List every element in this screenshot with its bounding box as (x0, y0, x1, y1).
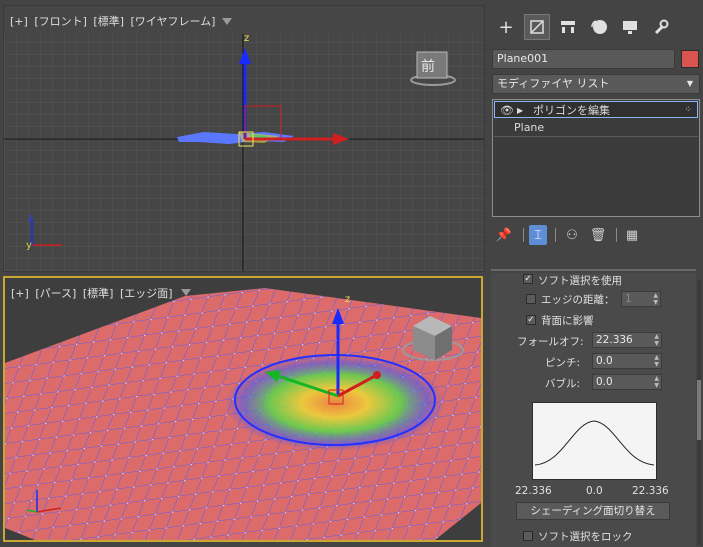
soft-selection-rollout: ✓ ソフト選択を使用 エッジの距離： 1 ▲ ▼ ✓ 背面に影響 フォールオフ: … (491, 273, 696, 547)
wrench-icon (654, 19, 669, 35)
bubble-spinner[interactable]: 0.0 ▲ ▼ (592, 374, 662, 390)
spinner-arrows-icon[interactable]: ▲ ▼ (653, 292, 658, 306)
bubble-label: バブル: (545, 378, 581, 390)
hierarchy-icon (561, 21, 575, 33)
curve-mid-value: 0.0 (586, 485, 603, 497)
curve-right-value: 22.336 (632, 485, 669, 497)
filter-icon[interactable] (222, 18, 232, 25)
persp-label-view[interactable]: [パース] (35, 287, 76, 300)
affect-backfacing-checkbox[interactable]: ✓ (526, 315, 536, 325)
create-tab[interactable]: + (493, 14, 519, 40)
object-name-field[interactable]: Plane001 (492, 49, 675, 69)
use-soft-selection-label: ソフト選択を使用 (538, 275, 622, 287)
falloff-curve-graph (532, 402, 657, 480)
viewcube-face-label: 前 (421, 59, 435, 75)
svg-text:x: x (59, 504, 65, 515)
lock-soft-selection-checkbox[interactable] (523, 531, 533, 541)
front-label-shading[interactable]: [ワイヤフレーム] (131, 15, 216, 28)
filter-icon[interactable] (181, 289, 191, 296)
falloff-curve (534, 420, 655, 466)
persp-label-standard[interactable]: [標準] (83, 287, 114, 300)
modifier-stack[interactable]: 👁 ▶ ポリゴンを編集 ⁘ Plane (492, 99, 700, 217)
front-viewport[interactable]: z z y [+] [フロント] [標準] [ワイヤフレーム] 前 (3, 5, 485, 272)
persp-label-shading[interactable]: [エッジ面] (120, 287, 173, 300)
stack-item-plane[interactable]: Plane (494, 119, 698, 137)
perspective-viewport[interactable]: z x [+] [パース] [標準] [エッジ面] (3, 276, 483, 542)
viewcube[interactable]: 前 (409, 48, 457, 88)
perspective-viewport-label[interactable]: [+] [パース] [標準] [エッジ面] (11, 285, 176, 301)
edge-distance-label: エッジの距離： (541, 294, 615, 306)
falloff-spinner[interactable]: 22.336 ▲ ▼ (592, 332, 662, 348)
command-panel: + Plane001 モディファイヤ リスト ▼ 👁 ▶ ポリゴンを編集 ⁘ P… (487, 0, 703, 547)
spinner-arrows-icon[interactable]: ▲ ▼ (654, 354, 659, 368)
front-label-plus[interactable]: [+] (10, 15, 28, 28)
edge-distance-value: 1 (625, 293, 632, 305)
front-grid: z z y (4, 33, 484, 271)
rollout-divider[interactable] (491, 269, 696, 271)
motion-tab[interactable] (586, 14, 612, 40)
command-panel-tabs: + (487, 8, 703, 48)
hierarchy-tab[interactable] (555, 14, 581, 40)
show-end-result-icon[interactable]: ⌶ (529, 225, 547, 245)
stack-item-label: Plane (514, 121, 545, 134)
modifier-list-dropdown[interactable]: モディファイヤ リスト ▼ (492, 74, 700, 94)
modify-tab[interactable] (524, 14, 550, 40)
stack-item-label: ポリゴンを編集 (533, 104, 610, 117)
pinch-spinner[interactable]: 0.0 ▲ ▼ (592, 353, 662, 369)
edge-distance-spinner[interactable]: 1 ▲ ▼ (621, 291, 661, 307)
front-viewport-label[interactable]: [+] [フロント] [標準] [ワイヤフレーム] (10, 13, 218, 29)
edge-distance-checkbox[interactable] (526, 294, 536, 304)
pinch-label: ピンチ: (545, 357, 581, 369)
modify-icon (530, 20, 544, 34)
affect-backfacing-label: 背面に影響 (541, 315, 594, 327)
pinch-value: 0.0 (596, 355, 613, 367)
front-label-view[interactable]: [フロント] (34, 15, 87, 28)
svg-text:z: z (28, 213, 33, 224)
eye-icon[interactable]: 👁 (500, 102, 514, 119)
motion-icon (591, 20, 607, 34)
spinner-arrows-icon[interactable]: ▲ ▼ (654, 333, 659, 347)
front-label-standard[interactable]: [標準] (93, 15, 124, 28)
scrollbar-thumb[interactable] (697, 380, 701, 440)
spinner-arrows-icon[interactable]: ▲ ▼ (654, 375, 659, 389)
falloff-label: フォールオフ: (517, 336, 584, 348)
perspective-scene: z x (5, 288, 481, 540)
object-color-swatch[interactable] (681, 50, 699, 68)
utilities-tab[interactable] (648, 14, 674, 40)
stack-item-edit-poly[interactable]: 👁 ▶ ポリゴンを編集 ⁘ (494, 101, 698, 118)
falloff-value: 22.336 (596, 334, 633, 346)
lock-soft-selection-label: ソフト選択をロック (538, 531, 633, 543)
display-icon (623, 21, 637, 34)
shaded-face-toggle-button[interactable]: シェーディング面切り替え (516, 502, 670, 520)
svg-text:z: z (345, 294, 350, 305)
persp-label-plus[interactable]: [+] (11, 287, 29, 300)
svg-text:y: y (26, 240, 32, 251)
panel-scrollbar[interactable] (697, 280, 701, 545)
configure-sets-icon[interactable]: ▦ (623, 225, 641, 245)
make-unique-icon[interactable]: ⚇ (563, 225, 581, 245)
display-tab[interactable] (617, 14, 643, 40)
bubble-value: 0.0 (596, 376, 613, 388)
pin-stack-icon[interactable]: 📌 (495, 225, 513, 245)
expand-triangle-icon[interactable]: ▶ (517, 102, 523, 119)
chevron-down-icon: ▼ (686, 79, 693, 88)
trash-icon[interactable]: 🗑 (589, 225, 607, 245)
curve-left-value: 22.336 (515, 485, 552, 497)
subobject-icon: ⁘ (684, 105, 692, 115)
front-z-label: z (244, 33, 249, 44)
use-soft-selection-checkbox[interactable]: ✓ (523, 274, 533, 284)
modifier-list-label: モディファイヤ リスト (497, 77, 610, 90)
